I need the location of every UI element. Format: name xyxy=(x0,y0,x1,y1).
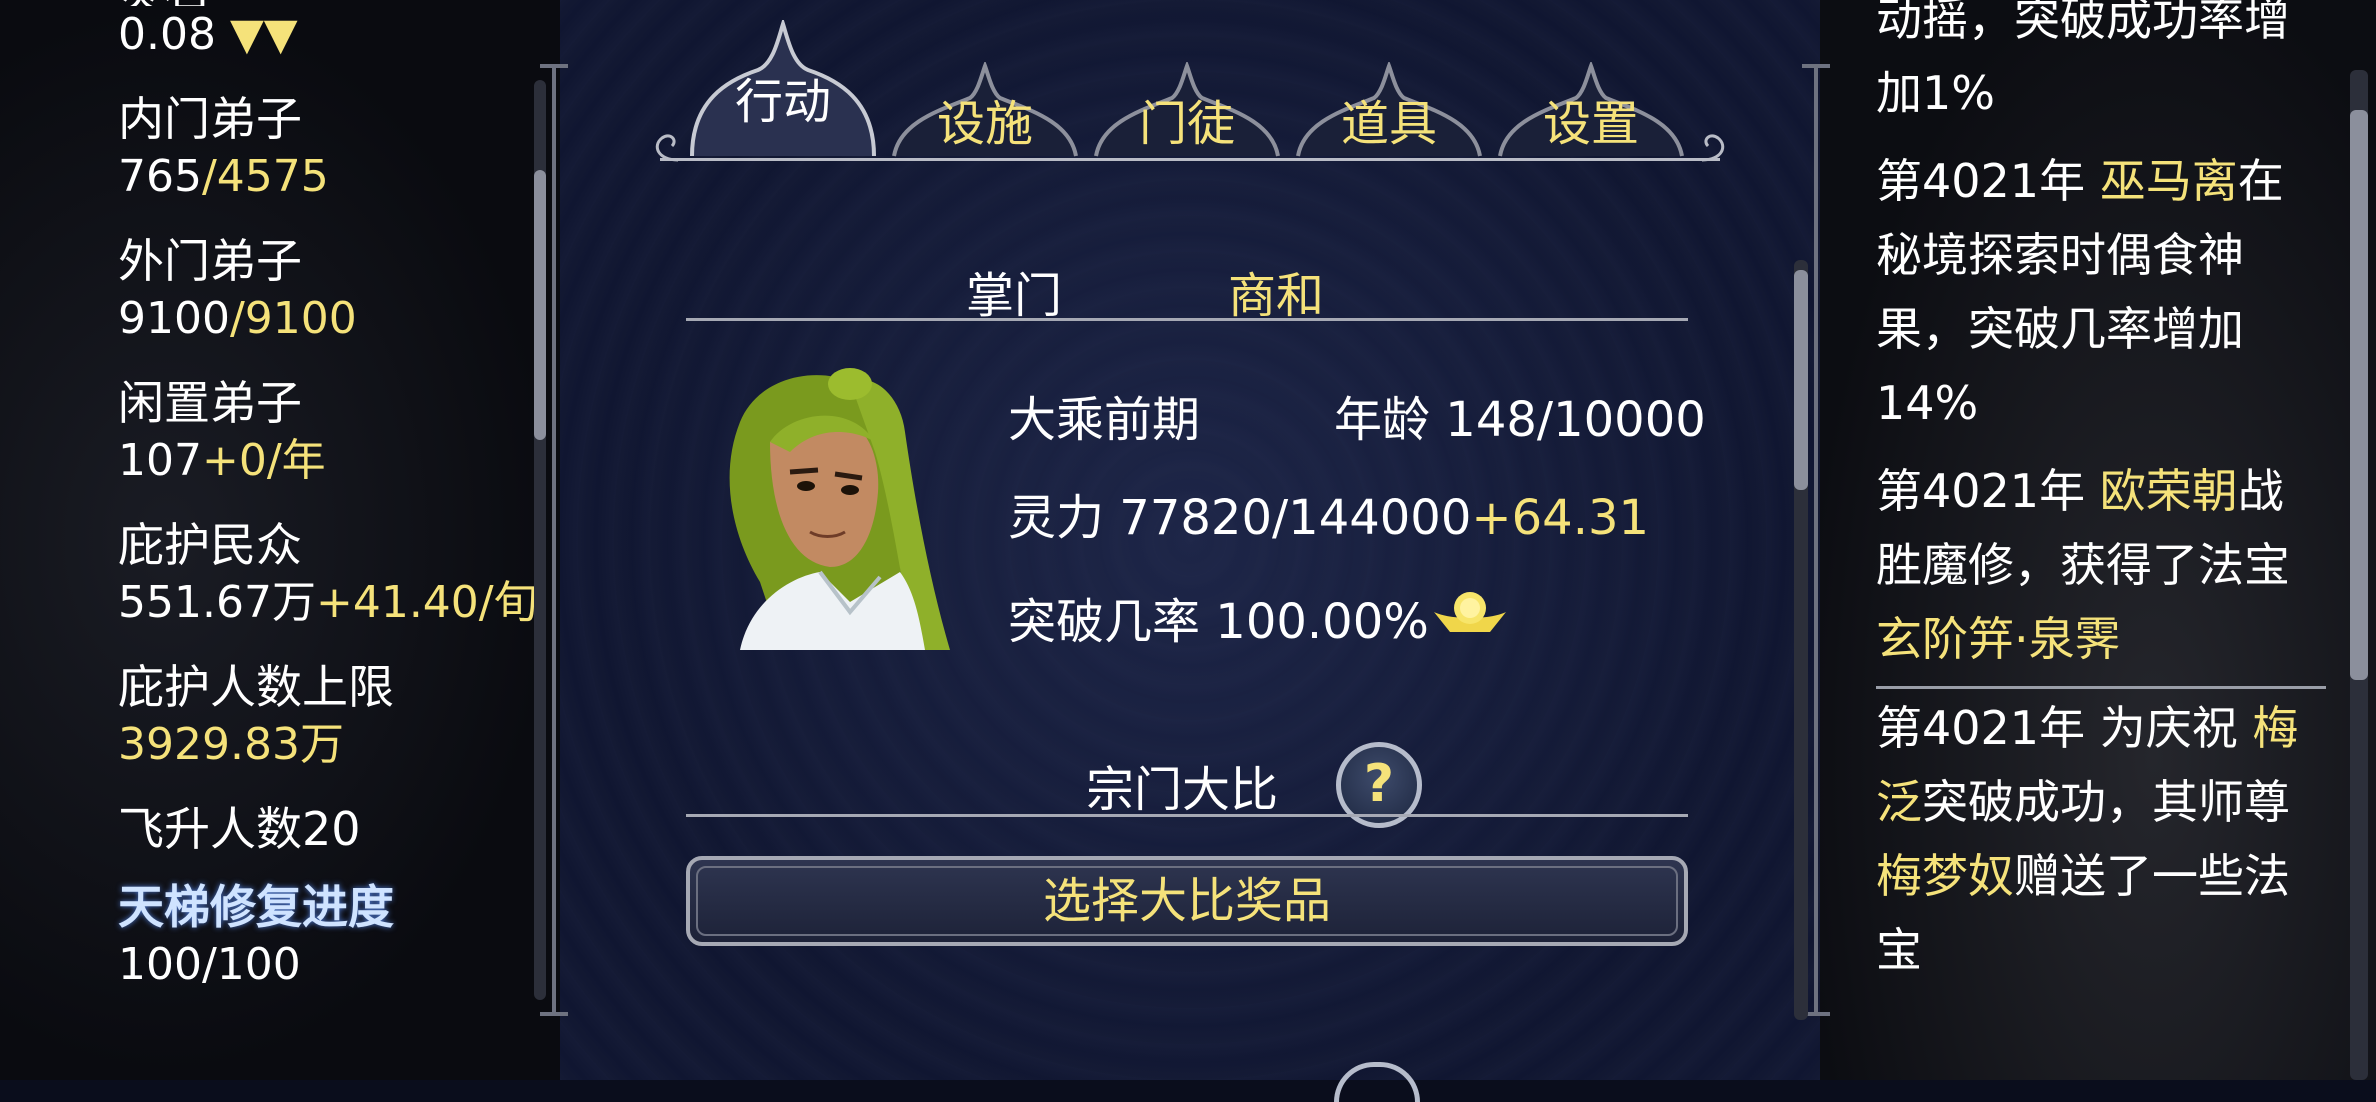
log-entry: 第4021年 巫马离在秘境探索时偶食神果，突破几率增加14% xyxy=(1876,144,2326,440)
leader-portrait[interactable] xyxy=(700,362,970,650)
right-scrollbar-thumb[interactable] xyxy=(2350,110,2368,680)
power-value: 77820/144000 xyxy=(1119,490,1472,546)
breakthrough-label: 突破几率 xyxy=(1008,594,1201,650)
tournament-divider xyxy=(686,814,1688,817)
idle-disciples-stat[interactable]: 闲置弟子 107+0/年 xyxy=(118,374,538,490)
log-year: 第4021年 xyxy=(1876,701,2086,755)
outer-disciples-label: 外门弟子 xyxy=(118,234,302,288)
tab-items[interactable]: 道具 xyxy=(1294,62,1484,158)
leader-divider xyxy=(686,318,1688,321)
protect-limit-stat[interactable]: 庇护人数上限 3929.83万 xyxy=(118,658,538,774)
center-scrollbar[interactable] xyxy=(1794,260,1808,1020)
inner-disciples-current: 765 xyxy=(118,151,202,202)
inner-disciples-label: 内门弟子 xyxy=(118,92,302,146)
right-swirl-icon xyxy=(1701,134,1725,162)
age-stat: 年龄 148/10000 xyxy=(1334,380,1706,450)
outer-disciples-current: 9100 xyxy=(118,293,230,344)
protected-people-rate: +41.40/旬 xyxy=(315,577,538,628)
left-rail xyxy=(540,64,568,1016)
left-scrollbar-thumb[interactable] xyxy=(534,170,546,440)
right-rail xyxy=(1802,64,1830,1016)
age-value: 148/10000 xyxy=(1445,392,1706,448)
ladder-label: 天梯修复进度 xyxy=(118,880,394,934)
log-text-mid: 突破成功，其师尊 xyxy=(1922,775,2290,829)
inner-disciples-stat[interactable]: 内门弟子 765/4575 xyxy=(118,90,538,206)
realm-text: 大乘前期 xyxy=(1008,392,1201,448)
idle-disciples-label: 闲置弟子 xyxy=(118,376,302,430)
log-entry: 第4021年 为庆祝 梅泛突破成功，其师尊梅梦奴赠送了一些法宝 xyxy=(1876,691,2326,987)
sect-stats-panel: 灵石 0.08 ▼▼ 内门弟子 765/4575 外门弟子 9100/9100 … xyxy=(118,0,538,1020)
tab-action-label: 行动 xyxy=(734,74,831,130)
age-label: 年龄 xyxy=(1334,392,1431,448)
log-person-name[interactable]: 巫马离 xyxy=(2100,154,2238,208)
tabbar-divider xyxy=(660,158,1720,161)
protected-people-label: 庇护民众 xyxy=(118,518,302,572)
trend-down-icon: ▼▼ xyxy=(229,9,298,60)
power-label: 灵力 xyxy=(1008,490,1105,546)
leader-label: 掌门 xyxy=(966,268,1063,324)
tab-action[interactable]: 行动 xyxy=(688,20,878,158)
log-divider xyxy=(1876,686,2326,689)
help-glyph: ? xyxy=(1363,754,1395,814)
outer-disciples-max: /9100 xyxy=(229,293,357,344)
log-entry-partial: 动摇，突破成功率增加1% xyxy=(1876,0,2290,120)
tab-settings[interactable]: 设置 xyxy=(1496,62,1686,158)
ladder-value: 100/100 xyxy=(118,939,301,990)
power-rate: +64.31 xyxy=(1471,490,1650,546)
leader-name[interactable]: 商和 xyxy=(1228,256,1324,326)
tab-disciples[interactable]: 门徒 xyxy=(1092,62,1282,158)
spirit-stone-value: 0.08 xyxy=(118,9,216,60)
log-person-name-2[interactable]: 梅梦奴 xyxy=(1876,849,2014,903)
log-text-pre: 为庆祝 xyxy=(2099,701,2238,755)
tab-settings-label: 设置 xyxy=(1542,96,1639,152)
log-year: 第4021年 xyxy=(1876,464,2086,518)
power-stat: 灵力 77820/144000+64.31 xyxy=(1008,478,1649,548)
ascended-stat[interactable]: 飞升人数20 xyxy=(118,800,538,858)
log-item-name[interactable]: 玄阶笄·泉霁 xyxy=(1876,612,2121,666)
right-scrollbar[interactable] xyxy=(2350,70,2368,1080)
log-entry: 第4021年 欧荣朝战胜魔修，获得了法宝玄阶笄·泉霁 xyxy=(1876,454,2326,676)
tab-disciples-label: 门徒 xyxy=(1138,96,1235,152)
left-swirl-icon xyxy=(655,134,679,162)
tab-facilities[interactable]: 设施 xyxy=(890,62,1080,158)
tournament-label: 宗门大比 xyxy=(1086,762,1279,818)
protect-limit-value: 3929.83万 xyxy=(118,719,344,770)
select-prize-button[interactable]: 选择大比奖品 xyxy=(686,856,1688,946)
protect-limit-label: 庇护人数上限 xyxy=(118,660,394,714)
outer-disciples-stat[interactable]: 外门弟子 9100/9100 xyxy=(118,232,538,348)
ascended-label: 飞升人数 xyxy=(118,802,302,856)
breakthrough-value: 100.00% xyxy=(1215,594,1429,650)
event-log: 动摇，突破成功率增加1% 第4021年 巫马离在秘境探索时偶食神果，突破几率增加… xyxy=(1876,0,2326,987)
log-person-name[interactable]: 欧荣朝 xyxy=(2100,464,2238,518)
idle-disciples-current: 107 xyxy=(118,435,202,486)
protected-people-stat[interactable]: 庇护民众 551.67万+41.40/旬 xyxy=(118,516,538,632)
ascended-value: 20 xyxy=(302,802,361,856)
ladder-stat[interactable]: 天梯修复进度 100/100 xyxy=(118,878,538,994)
breakthrough-stat: 突破几率 100.00% xyxy=(1008,582,1429,652)
log-year: 第4021年 xyxy=(1876,154,2086,208)
protected-people-current: 551.67万 xyxy=(118,577,316,628)
tab-facilities-label: 设施 xyxy=(936,96,1033,152)
tab-items-label: 道具 xyxy=(1340,96,1437,152)
idle-disciples-rate: +0/年 xyxy=(201,435,326,486)
gold-ingot-icon[interactable] xyxy=(1430,584,1510,640)
inner-disciples-max: /4575 xyxy=(201,151,329,202)
left-scrollbar[interactable] xyxy=(534,80,546,1000)
center-scrollbar-thumb[interactable] xyxy=(1794,270,1808,490)
select-prize-label: 选择大比奖品 xyxy=(1042,873,1331,929)
